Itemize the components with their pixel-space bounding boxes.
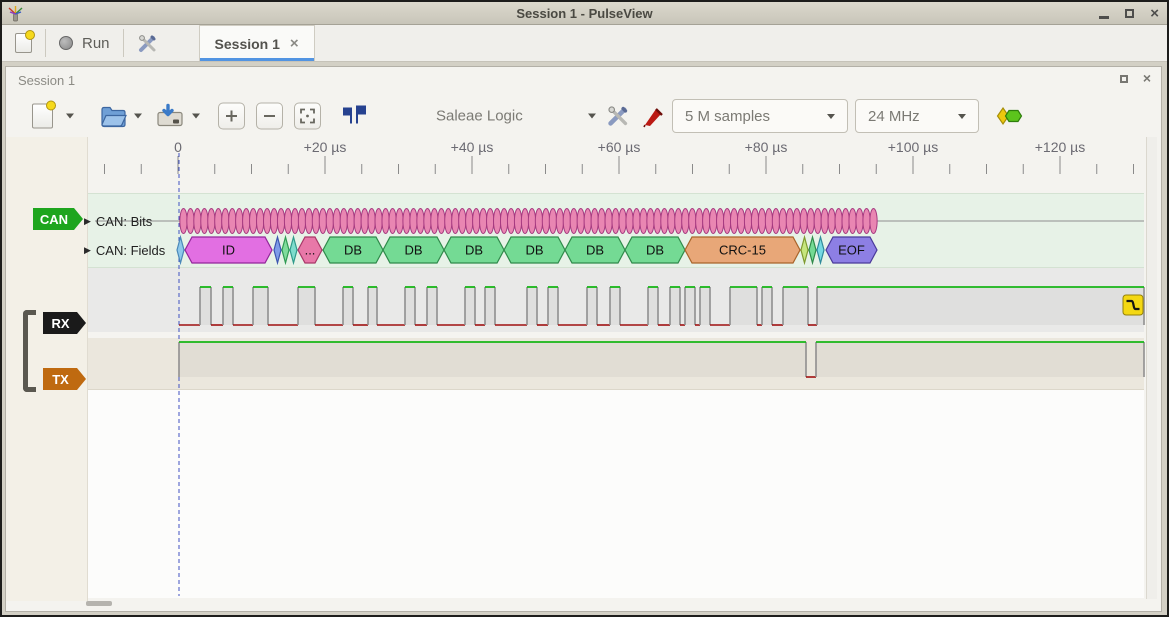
tab-close-icon[interactable]: × <box>290 35 299 52</box>
pulseview-logo-icon <box>7 5 24 22</box>
channels-button[interactable] <box>642 104 666 128</box>
open-button[interactable] <box>100 105 127 128</box>
session-window-title: Session 1 <box>18 73 75 88</box>
zoom-out-button[interactable] <box>256 103 283 130</box>
device-name-label: Saleae Logic <box>436 108 523 125</box>
ruler-tick-label: +60 µs <box>569 139 669 155</box>
vertical-scrollbar[interactable] <box>1146 137 1157 599</box>
new-session-button[interactable] <box>2 25 45 61</box>
session-restore-button[interactable] <box>1120 75 1128 83</box>
add-decoder-button[interactable] <box>996 107 1023 126</box>
channel-tag-tx[interactable]: TX <box>43 368 86 390</box>
tools-icon <box>606 104 630 128</box>
chevron-down-icon <box>192 114 200 119</box>
title-bar[interactable]: Session 1 - PulseView × <box>2 2 1167 25</box>
sample-rate-value: 24 MHz <box>868 108 920 125</box>
show-markers-button[interactable] <box>340 105 368 128</box>
sample-count-select[interactable]: 5 M samples <box>672 99 848 133</box>
session-window-header[interactable]: Session 1 × <box>6 67 1161 93</box>
decoder-row-bits[interactable]: ▶ CAN: Bits <box>84 214 152 229</box>
rx-tag-label: RX <box>51 316 69 331</box>
ruler-tick-label: +20 µs <box>275 139 375 155</box>
tools-icon <box>137 33 158 54</box>
new-session-icon <box>15 33 32 53</box>
horizontal-scrollbar-thumb[interactable] <box>86 601 112 606</box>
run-button[interactable]: Run <box>46 25 123 61</box>
minimize-button[interactable] <box>1099 16 1109 19</box>
expand-arrow-icon[interactable]: ▶ <box>84 245 91 256</box>
minus-icon <box>263 110 276 123</box>
zoom-in-button[interactable] <box>218 103 245 130</box>
decoder-tag-can[interactable]: CAN <box>33 208 83 230</box>
ruler-tick-label: +100 µs <box>863 139 963 155</box>
expand-arrow-icon[interactable]: ▶ <box>84 216 91 227</box>
chevron-down-icon <box>827 114 835 119</box>
zoom-fit-button[interactable] <box>294 103 321 130</box>
decoder-icon <box>996 107 1023 126</box>
sample-rate-select[interactable]: 24 MHz <box>855 99 979 133</box>
sample-count-value: 5 M samples <box>685 108 770 125</box>
ruler-tick-label: +120 µs <box>1010 139 1110 155</box>
new-file-dropdown[interactable] <box>66 114 74 119</box>
save-button[interactable] <box>156 104 184 129</box>
new-file-icon <box>32 104 53 129</box>
decoder-row-bits-label: CAN: Bits <box>96 214 152 229</box>
run-state-icon <box>59 36 73 50</box>
ruler-labels: 0 +20 µs +40 µs +60 µs +80 µs +100 µs +120 µs <box>0 139 1169 155</box>
app-window: Session 1 - PulseView × Run Session 1 <box>0 0 1169 617</box>
session-close-button[interactable]: × <box>1143 74 1151 83</box>
channel-tag-rx[interactable]: RX <box>43 312 86 334</box>
rx-row-background <box>88 268 1144 332</box>
chevron-down-icon <box>66 114 74 119</box>
ruler-tick-label: +40 µs <box>422 139 522 155</box>
session-toolbar: Saleae Logic 5 M samples <box>6 93 1161 139</box>
chevron-down-icon <box>958 114 966 119</box>
open-dropdown[interactable] <box>134 114 142 119</box>
configure-device-button[interactable] <box>606 104 630 128</box>
chevron-down-icon <box>588 114 596 119</box>
tx-row-background <box>88 338 1144 390</box>
settings-button[interactable] <box>124 25 171 61</box>
tx-tag-label: TX <box>52 372 69 387</box>
save-dropdown[interactable] <box>192 114 200 119</box>
probe-icon <box>642 104 666 128</box>
fit-view-icon <box>300 109 315 124</box>
session-tab-label: Session 1 <box>215 36 280 52</box>
close-button[interactable]: × <box>1150 9 1159 19</box>
main-toolbar: Run Session 1 × <box>2 25 1167 62</box>
decoder-row-fields[interactable]: ▶ CAN: Fields <box>84 243 165 258</box>
open-folder-icon <box>100 105 127 128</box>
decoder-row-fields-label: CAN: Fields <box>96 243 165 258</box>
window-title: Session 1 - PulseView <box>2 6 1167 21</box>
decoder-tag-label: CAN <box>40 212 68 227</box>
decoder-row-background <box>88 193 1144 268</box>
device-selector[interactable]: Saleae Logic <box>436 108 596 125</box>
save-icon <box>156 104 184 129</box>
new-file-button[interactable] <box>32 104 53 129</box>
channel-group-bracket <box>23 310 36 392</box>
ruler-tick-label: +80 µs <box>716 139 816 155</box>
plus-icon <box>225 110 238 123</box>
chevron-down-icon <box>134 114 142 119</box>
trace-view[interactable] <box>88 137 1144 598</box>
ruler-tick-label: 0 <box>128 139 228 155</box>
flag-markers-icon <box>340 105 368 128</box>
maximize-button[interactable] <box>1125 9 1134 18</box>
session-tab[interactable]: Session 1 × <box>199 25 315 61</box>
run-button-label: Run <box>82 35 110 52</box>
